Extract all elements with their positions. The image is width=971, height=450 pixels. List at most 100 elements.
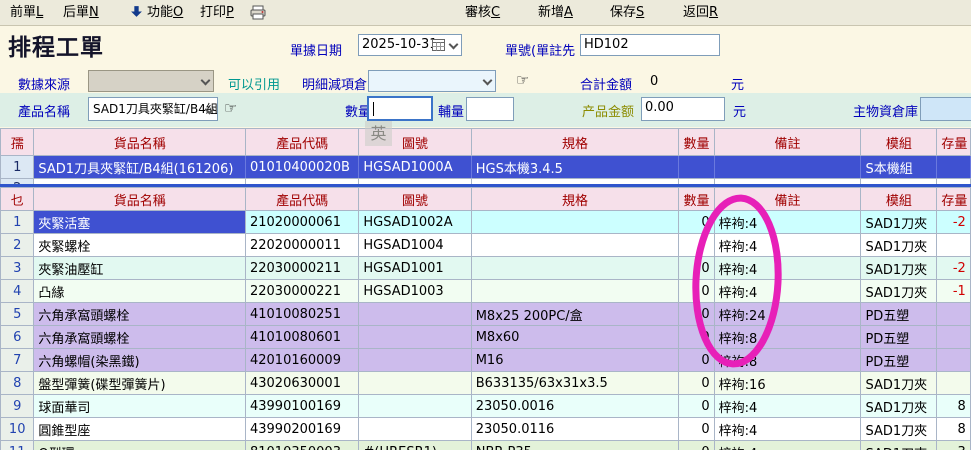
cell-spec[interactable]: [471, 234, 679, 257]
cell-module[interactable]: SAD1刀夾: [861, 395, 937, 418]
cell-remark[interactable]: 梓袧:24: [714, 303, 861, 326]
cell-name[interactable]: 球面華司: [34, 395, 246, 418]
menu-back[interactable]: 返回R: [683, 4, 718, 22]
chevron-down-icon[interactable]: [449, 40, 459, 50]
cell-name[interactable]: 夾緊活塞: [34, 211, 246, 234]
cell-no[interactable]: 6: [1, 326, 34, 349]
column-header[interactable]: 數量: [679, 188, 714, 211]
column-header[interactable]: 模組: [861, 129, 937, 156]
table-row[interactable]: 6六角承窩頭螺栓41010080601M8x600梓袧:8PD五塑: [1, 326, 971, 349]
cell-no[interactable]: 9: [1, 395, 34, 418]
cell-drawing[interactable]: [359, 418, 471, 441]
cell-drawing[interactable]: #(HRESR1): [359, 441, 471, 450]
pointing-hand-icon[interactable]: ☞: [516, 71, 529, 89]
cell-drawing[interactable]: HGSAD1002A: [359, 211, 471, 234]
cell-remark[interactable]: 梓袧:4: [714, 418, 861, 441]
cell-code[interactable]: 43020630001: [245, 372, 358, 395]
cell-code[interactable]: 22030000211: [245, 257, 358, 280]
column-header[interactable]: 產品代碼: [245, 129, 358, 156]
cell-module[interactable]: S本機組: [861, 156, 937, 179]
cell-stock[interactable]: [937, 156, 970, 179]
cell-qty[interactable]: 0: [679, 418, 714, 441]
cell-remark[interactable]: 梓袧:4: [714, 257, 861, 280]
table-row[interactable]: 1夾緊活塞21020000061HGSAD1002A0梓袧:4SAD1刀夾-2: [1, 211, 971, 234]
detail-warehouse-select[interactable]: [368, 70, 496, 92]
cell-name[interactable]: SAD1刀具夾緊缸/B4組(161206): [34, 156, 246, 179]
table-row[interactable]: 4凸緣22030000221HGSAD10030梓袧:4SAD1刀夾-1: [1, 280, 971, 303]
cell-qty[interactable]: [679, 234, 714, 257]
doc-number-input[interactable]: HD102: [580, 34, 720, 56]
cell-stock[interactable]: 3: [937, 441, 970, 450]
column-header[interactable]: 圖號: [359, 188, 471, 211]
cell-module[interactable]: PD五塑: [861, 303, 937, 326]
cell-module[interactable]: PD五塑: [861, 349, 937, 372]
column-header[interactable]: 存量: [937, 129, 970, 156]
cell-module[interactable]: SAD1刀夾: [861, 418, 937, 441]
cell-name[interactable]: 夾緊油壓缸: [34, 257, 246, 280]
cell-spec[interactable]: [471, 280, 679, 303]
cell-remark[interactable]: 梓袧:4: [714, 211, 861, 234]
column-header[interactable]: 孺: [1, 129, 34, 156]
cell-name[interactable]: 圓錐型座: [34, 418, 246, 441]
product-name-select[interactable]: SAD1刀具夾緊缸/B4組(:: [88, 97, 218, 121]
calendar-icon[interactable]: [432, 38, 445, 56]
menu-functions[interactable]: 功能O: [147, 4, 183, 22]
menu-add[interactable]: 新增A: [538, 4, 573, 22]
cell-qty[interactable]: 0: [679, 303, 714, 326]
cell-code[interactable]: 81010350003: [245, 441, 358, 450]
column-header[interactable]: 產品代碼: [245, 188, 358, 211]
cell-no[interactable]: 8: [1, 372, 34, 395]
cell-spec[interactable]: NBR P35: [471, 441, 679, 450]
cell-module[interactable]: SAD1刀夾: [861, 441, 937, 450]
column-header[interactable]: 規格: [471, 188, 679, 211]
cell-code[interactable]: 43990200169: [245, 418, 358, 441]
column-header[interactable]: 備註: [714, 188, 861, 211]
cell-remark[interactable]: 梓袧:8: [714, 349, 861, 372]
menu-print[interactable]: 打印P: [200, 4, 234, 22]
cell-no[interactable]: 11: [1, 441, 34, 450]
cell-drawing[interactable]: HGSAD1003: [359, 280, 471, 303]
cell-no[interactable]: 1: [1, 211, 34, 234]
pointing-hand-icon[interactable]: ☞: [224, 99, 237, 117]
cell-code[interactable]: 21020000061: [245, 211, 358, 234]
cell-code[interactable]: 22030000221: [245, 280, 358, 303]
cell-drawing[interactable]: [359, 395, 471, 418]
cell-name[interactable]: 六角承窩頭螺栓: [34, 303, 246, 326]
data-source-select[interactable]: [88, 70, 214, 92]
menu-prev-doc[interactable]: 前單L: [10, 4, 43, 22]
cell-module[interactable]: SAD1刀夾: [861, 234, 937, 257]
cell-remark[interactable]: 梓袧:4: [714, 234, 861, 257]
cell-code[interactable]: 41010080601: [245, 326, 358, 349]
cell-drawing[interactable]: [359, 372, 471, 395]
column-header[interactable]: 乜: [1, 188, 34, 211]
cell-drawing[interactable]: [359, 326, 471, 349]
menu-save[interactable]: 保存S: [610, 4, 644, 22]
menu-audit[interactable]: 審核C: [465, 4, 500, 22]
cell-no[interactable]: 7: [1, 349, 34, 372]
cell-spec[interactable]: [471, 211, 679, 234]
cell-name[interactable]: O型環: [34, 441, 246, 450]
cell-remark[interactable]: 梓袧:8: [714, 326, 861, 349]
cell-spec[interactable]: M16: [471, 349, 679, 372]
cell-code[interactable]: 41010080251: [245, 303, 358, 326]
cell-module[interactable]: SAD1刀夾: [861, 257, 937, 280]
cell-stock[interactable]: -2: [937, 211, 970, 234]
column-header[interactable]: 規格: [471, 129, 679, 156]
cell-code[interactable]: 43990100169: [245, 395, 358, 418]
cell-module[interactable]: PD五塑: [861, 326, 937, 349]
cell-code[interactable]: 22020000011: [245, 234, 358, 257]
printer-icon[interactable]: [250, 5, 266, 24]
cell-spec[interactable]: [471, 257, 679, 280]
doc-date-input[interactable]: 2025-10-31: [358, 34, 462, 56]
cell-spec[interactable]: 23050.0016: [471, 395, 679, 418]
cell-qty[interactable]: 0: [679, 211, 714, 234]
cell-qty[interactable]: 0: [679, 257, 714, 280]
cell-stock[interactable]: [937, 234, 970, 257]
cell-no[interactable]: 10: [1, 418, 34, 441]
cell-name[interactable]: 凸緣: [34, 280, 246, 303]
cell-stock[interactable]: -1: [937, 280, 970, 303]
cell-qty[interactable]: [679, 156, 714, 179]
cell-spec[interactable]: HGS本機3.4.5: [471, 156, 679, 179]
cell-name[interactable]: 夾緊螺栓: [34, 234, 246, 257]
table-row[interactable]: 5六角承窩頭螺栓41010080251M8x25 200PC/盒0梓袧:24PD…: [1, 303, 971, 326]
